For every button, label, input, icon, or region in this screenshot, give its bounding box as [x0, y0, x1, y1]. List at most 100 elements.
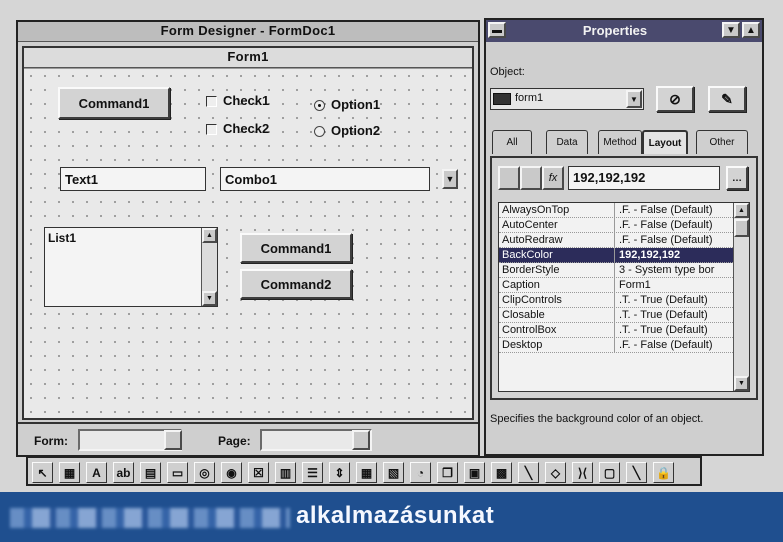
property-grid[interactable]: AlwaysOnTop .F. - False (Default) AutoCent… — [498, 202, 750, 392]
property-value[interactable]: .F. - False (Default) — [615, 203, 733, 217]
form1-canvas[interactable]: Command1 Check1 Check2 Option1 Option2 T… — [24, 68, 472, 418]
commandbutton-icon[interactable]: ▭ — [167, 462, 188, 483]
object-label: Object: — [490, 66, 525, 78]
property-value[interactable]: .T. - True (Default) — [615, 323, 733, 337]
timer-icon[interactable]: ◔ — [410, 462, 431, 483]
banner: alkalmazásunkat — [0, 492, 783, 542]
list1-scrollbar[interactable]: ▲ ▼ — [201, 228, 217, 306]
property-value[interactable]: .F. - False (Default) — [615, 218, 733, 232]
check2-label: Check2 — [223, 121, 270, 136]
combo1-combobox[interactable]: Combo1 — [220, 167, 430, 191]
function-fx-icon[interactable]: fx — [542, 166, 564, 190]
property-scroll-up-icon[interactable]: ▲ — [734, 203, 749, 218]
property-builder-button[interactable]: … — [726, 166, 748, 190]
grid-icon[interactable]: ▦ — [356, 462, 377, 483]
property-grid-scrollbar[interactable]: ▲ ▼ — [733, 203, 749, 391]
commandgroup-icon[interactable]: ◎ — [194, 462, 215, 483]
page-select-button[interactable] — [352, 430, 370, 450]
banner-text: alkalmazásunkat — [296, 502, 495, 529]
properties-control-menu-icon[interactable]: ▬ — [488, 22, 506, 38]
property-value[interactable]: 3 - System type bor — [615, 263, 733, 277]
property-scroll-down-icon[interactable]: ▼ — [734, 376, 749, 391]
tab-other[interactable]: Other — [696, 130, 748, 154]
editbox-icon[interactable]: ▤ — [140, 462, 161, 483]
check1-checkbox[interactable]: Check1 — [206, 93, 269, 108]
properties-maximize-icon[interactable]: ▲ — [742, 22, 760, 38]
form-select-button[interactable] — [164, 430, 182, 450]
property-scroll-thumb[interactable] — [734, 219, 749, 237]
property-row[interactable]: Desktop .F. - False (Default) — [499, 338, 733, 353]
cancel-edit-button[interactable] — [498, 166, 520, 190]
object-combobox[interactable]: form1 ▼ — [490, 88, 644, 110]
shape-icon[interactable]: ◇ — [545, 462, 566, 483]
property-value[interactable]: .F. - False (Default) — [615, 338, 733, 352]
object-browse-button[interactable]: ⊘ — [656, 86, 694, 112]
tab-method[interactable]: Method — [598, 130, 642, 154]
property-row[interactable]: BackColor 192,192,192 — [499, 248, 733, 263]
property-value[interactable]: .F. - False (Default) — [615, 233, 733, 247]
oleobject-icon[interactable]: ▣ — [464, 462, 485, 483]
property-value[interactable]: 192,192,192 — [615, 248, 733, 262]
option1-radio[interactable]: Option1 — [314, 97, 380, 112]
properties-tabs: All Data Method Layout Other — [490, 130, 758, 156]
line-icon[interactable]: ╲ — [518, 462, 539, 483]
object-dropdown-icon[interactable]: ▼ — [626, 90, 642, 108]
listbox-icon[interactable]: ☰ — [302, 462, 323, 483]
command1-button[interactable]: Command1 — [240, 233, 352, 263]
property-value[interactable]: .T. - True (Default) — [615, 293, 733, 307]
label-icon[interactable]: A — [86, 462, 107, 483]
combo1-dropdown-icon[interactable]: ▼ — [442, 169, 458, 189]
pageframe-icon[interactable]: ❐ — [437, 462, 458, 483]
property-value[interactable]: Form1 — [615, 278, 733, 292]
image-icon[interactable]: ▧ — [383, 462, 404, 483]
list1-scroll-up-icon[interactable]: ▲ — [202, 228, 217, 243]
checkbox-icon[interactable]: ☒ — [248, 462, 269, 483]
tab-method-label: Method — [603, 137, 637, 148]
textbox-icon[interactable]: ab — [113, 462, 134, 483]
option2-dot — [314, 126, 325, 138]
tab-data[interactable]: Data — [546, 130, 588, 154]
property-row[interactable]: AutoCenter .F. - False (Default) — [499, 218, 733, 233]
list1-scroll-down-icon[interactable]: ▼ — [202, 291, 217, 306]
option2-radio[interactable]: Option2 — [314, 123, 380, 138]
properties-tab-page: fx 192,192,192 … AlwaysOnTop .F. - False … — [490, 156, 758, 400]
tab-layout[interactable]: Layout — [642, 130, 688, 154]
form-designer-window: Form Designer - FormDoc1 Form1 Command1 … — [16, 20, 480, 457]
properties-minimize-icon[interactable]: ▼ — [722, 22, 740, 38]
property-row[interactable]: ControlBox .T. - True (Default) — [499, 323, 733, 338]
form1-window[interactable]: Form1 Command1 Check1 Check2 Option1 Opt… — [22, 46, 474, 420]
property-row[interactable]: AutoRedraw .F. - False (Default) — [499, 233, 733, 248]
property-row[interactable]: BorderStyle 3 - System type bor — [499, 263, 733, 278]
property-value[interactable]: .T. - True (Default) — [615, 308, 733, 322]
separator-icon[interactable]: ⟩⟨ — [572, 462, 593, 483]
view-classes-icon[interactable]: ▦ — [59, 462, 80, 483]
oleboundcontrol-icon[interactable]: ▩ — [491, 462, 512, 483]
spinner-icon[interactable]: ⇕ — [329, 462, 350, 483]
object-builder-button[interactable]: ✎ — [708, 86, 746, 112]
option1-dot — [314, 100, 325, 112]
optiongroup-icon[interactable]: ◉ — [221, 462, 242, 483]
button-lock-icon[interactable]: 🔒 — [653, 462, 674, 483]
property-name: BorderStyle — [499, 263, 615, 277]
container-icon[interactable]: ▢ — [599, 462, 620, 483]
property-row[interactable]: ClipControls .T. - True (Default) — [499, 293, 733, 308]
text1-textbox[interactable]: Text1 — [60, 167, 206, 191]
form-label: Form: — [34, 434, 68, 448]
property-value-input[interactable]: 192,192,192 — [568, 166, 720, 190]
property-name: Closable — [499, 308, 615, 322]
builder-lock-icon[interactable]: ╲ — [626, 462, 647, 483]
list1-label: List1 — [48, 231, 77, 245]
check2-checkbox[interactable]: Check2 — [206, 121, 269, 136]
tab-all[interactable]: All — [492, 130, 532, 154]
accept-edit-button[interactable] — [520, 166, 542, 190]
combobox-icon[interactable]: ▥ — [275, 462, 296, 483]
tab-other-label: Other — [709, 137, 735, 148]
property-row[interactable]: AlwaysOnTop .F. - False (Default) — [499, 203, 733, 218]
list1-listbox[interactable]: List1 ▲ ▼ — [44, 227, 218, 307]
pointer-icon[interactable]: ↖ — [32, 462, 53, 483]
property-row[interactable]: Caption Form1 — [499, 278, 733, 293]
command2-button[interactable]: Command2 — [240, 269, 352, 299]
command1-top-button[interactable]: Command1 — [58, 87, 170, 119]
property-name: Caption — [499, 278, 615, 292]
property-row[interactable]: Closable .T. - True (Default) — [499, 308, 733, 323]
